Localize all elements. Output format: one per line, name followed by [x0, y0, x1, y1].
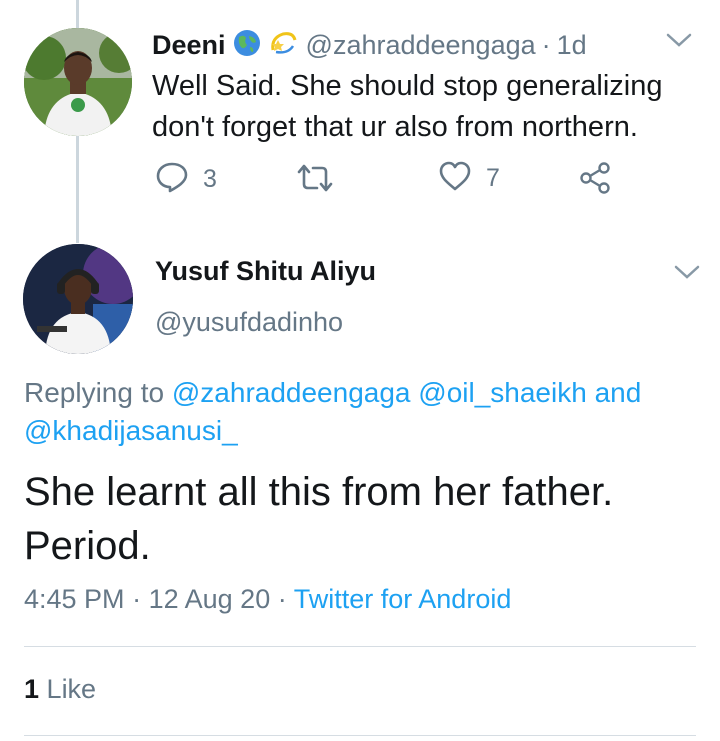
tweet2-text: She learnt all this from her father. Per… [24, 470, 614, 568]
tweet1-author-name[interactable]: Deeni [152, 30, 226, 61]
mention-link[interactable]: @oil_shaeikh [418, 377, 587, 408]
tweet1-header: Deeni @zahraddeengaga · 1d [152, 28, 587, 62]
tweet2-handle[interactable]: @yusufdadinho [155, 307, 343, 338]
globe-icon [232, 28, 262, 63]
divider [24, 646, 696, 647]
likes-count: 1 [24, 674, 40, 704]
tweet1-handle[interactable]: @zahraddeengaga [306, 30, 536, 61]
retweet-icon [295, 162, 335, 199]
reply-count: 3 [203, 165, 217, 193]
tweet2-date: 12 Aug 20 [148, 584, 271, 614]
tweet1-text: Well Said. She should stop generalizing … [152, 70, 663, 143]
tweet1-timestamp[interactable]: 1d [557, 30, 587, 61]
likes-label: Like [46, 674, 97, 704]
share-button[interactable] [578, 162, 612, 199]
dizzy-icon [268, 28, 298, 63]
replying-to: Replying to @zahraddeengaga @oil_shaeikh… [24, 374, 704, 450]
replying-and-link[interactable]: and [595, 377, 642, 408]
like-icon [438, 160, 472, 197]
retweet-button[interactable] [295, 162, 335, 199]
meta-separator: · [132, 584, 142, 614]
chevron-down-icon[interactable] [674, 264, 700, 285]
mention-link[interactable]: @zahraddeengaga [172, 377, 411, 408]
like-count: 7 [486, 164, 500, 192]
tweet2-author-name[interactable]: Yusuf Shitu Aliyu [155, 256, 376, 287]
reply-button[interactable]: 3 [155, 160, 217, 199]
tweet2-time: 4:45 PM [24, 584, 125, 614]
avatar-deeni[interactable] [24, 28, 132, 136]
share-icon [578, 162, 612, 199]
chevron-down-icon[interactable] [666, 32, 692, 53]
tweet1-separator: · [541, 29, 551, 60]
meta-separator: · [277, 584, 287, 614]
divider [24, 735, 696, 736]
replying-prefix: Replying to [24, 377, 165, 408]
avatar-yusuf[interactable] [23, 244, 133, 354]
reply-icon [155, 160, 189, 199]
like-button[interactable]: 7 [438, 160, 500, 197]
tweet-source-link[interactable]: Twitter for Android [294, 584, 512, 614]
likes-summary[interactable]: 1 Like [24, 674, 96, 705]
tweet2-meta: 4:45 PM · 12 Aug 20 · Twitter for Androi… [24, 584, 511, 615]
mention-link[interactable]: @khadijasanusi_ [24, 415, 238, 446]
